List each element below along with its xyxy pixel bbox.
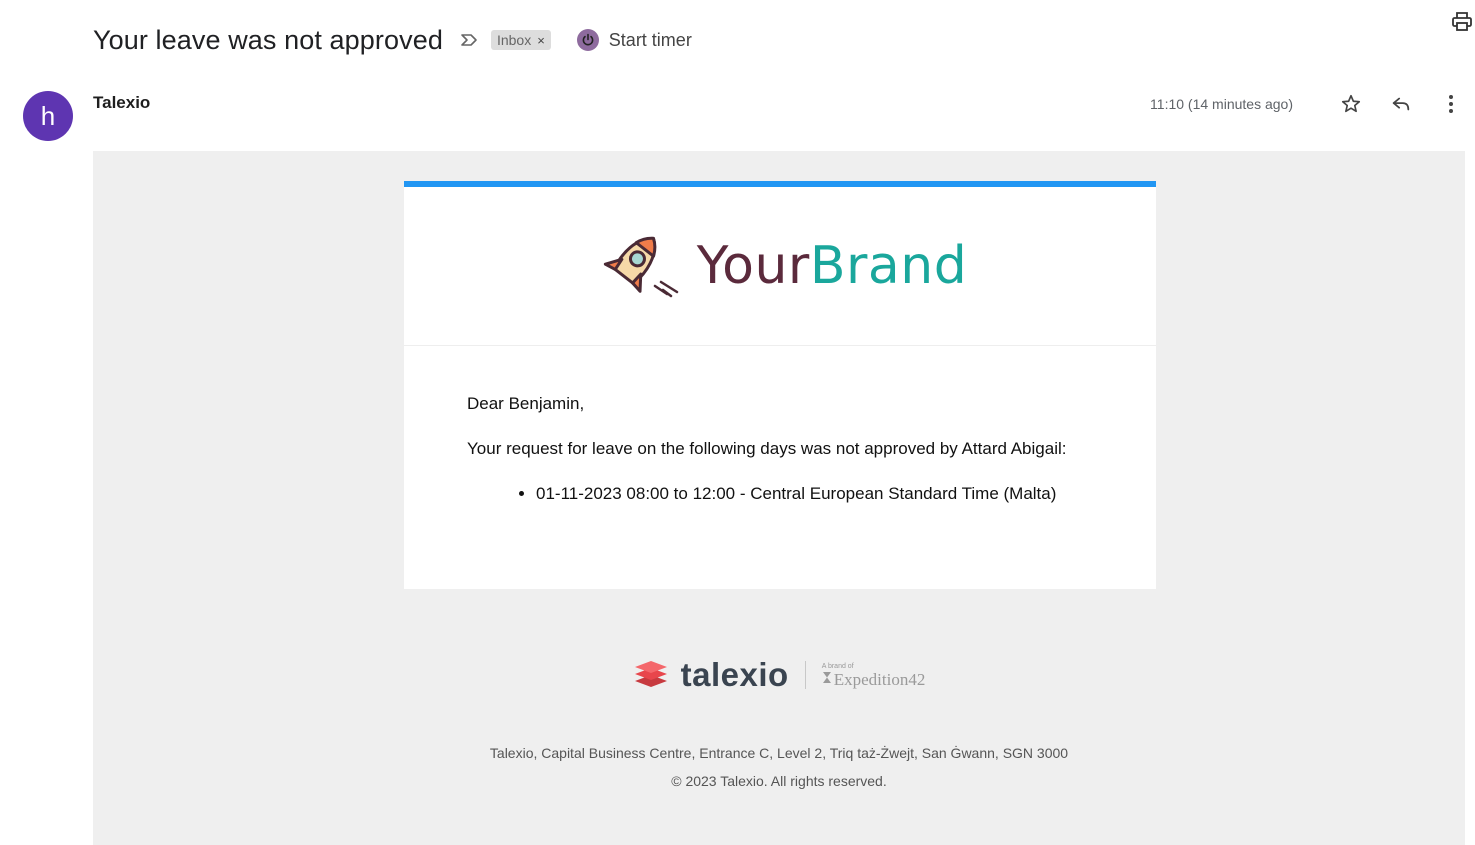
brand-name: YourBrand — [697, 236, 967, 296]
remove-label-icon[interactable]: × — [537, 33, 545, 48]
print-icon[interactable] — [1450, 10, 1474, 34]
talexio-logo[interactable]: talexio A brand of Expedition42 — [93, 656, 1465, 694]
list-item: 01-11-2023 08:00 to 12:00 - Central Euro… — [536, 484, 1093, 504]
logo-divider — [804, 661, 806, 689]
rocket-icon — [593, 228, 683, 305]
talexio-stack-icon — [633, 657, 669, 694]
parent-brand-name: Expedition42 — [833, 669, 926, 689]
email-card: YourBrand Dear Benjamin, Your request fo… — [404, 181, 1156, 589]
power-icon — [576, 29, 599, 51]
message-meta: 11:10 (14 minutes ago) — [1150, 90, 1465, 118]
subject-row: Your leave was not approved Inbox × Star… — [93, 18, 1465, 62]
inbox-label: Inbox — [496, 32, 532, 48]
more-vert-icon[interactable] — [1437, 90, 1465, 118]
timestamp: 11:10 (14 minutes ago) — [1150, 96, 1293, 112]
star-icon[interactable] — [1337, 90, 1365, 118]
brand-of-text: A brand of — [821, 662, 854, 670]
inbox-label-chip[interactable]: Inbox × — [490, 30, 551, 50]
copyright-text: © 2023 Talexio. All rights reserved. — [671, 773, 887, 789]
reply-icon[interactable] — [1387, 90, 1415, 118]
email-body: YourBrand Dear Benjamin, Your request fo… — [93, 151, 1465, 845]
leave-days-list: 01-11-2023 08:00 to 12:00 - Central Euro… — [467, 484, 1093, 504]
start-timer-label: Start timer — [608, 29, 692, 50]
company-address: Talexio, Capital Business Centre, Entran… — [489, 745, 1069, 761]
expedition42-logo: A brand of Expedition42 — [822, 663, 926, 688]
message-content: Dear Benjamin, Your request for leave on… — [404, 346, 1156, 589]
greeting: Dear Benjamin, — [467, 394, 585, 413]
talexio-wordmark: talexio — [680, 656, 789, 693]
start-timer-button[interactable]: Start timer — [576, 29, 692, 51]
label-arrow-icon[interactable] — [459, 30, 479, 50]
email-subject: Your leave was not approved — [93, 24, 443, 55]
hourglass-icon — [822, 671, 832, 688]
avatar[interactable]: h — [23, 91, 73, 141]
brand-logo: YourBrand — [404, 187, 1156, 346]
brand-brand: Brand — [809, 236, 968, 296]
brand-your: Your — [696, 236, 810, 296]
message-text: Your request for leave on the following … — [467, 439, 1067, 458]
sender-name[interactable]: Talexio — [93, 93, 150, 113]
